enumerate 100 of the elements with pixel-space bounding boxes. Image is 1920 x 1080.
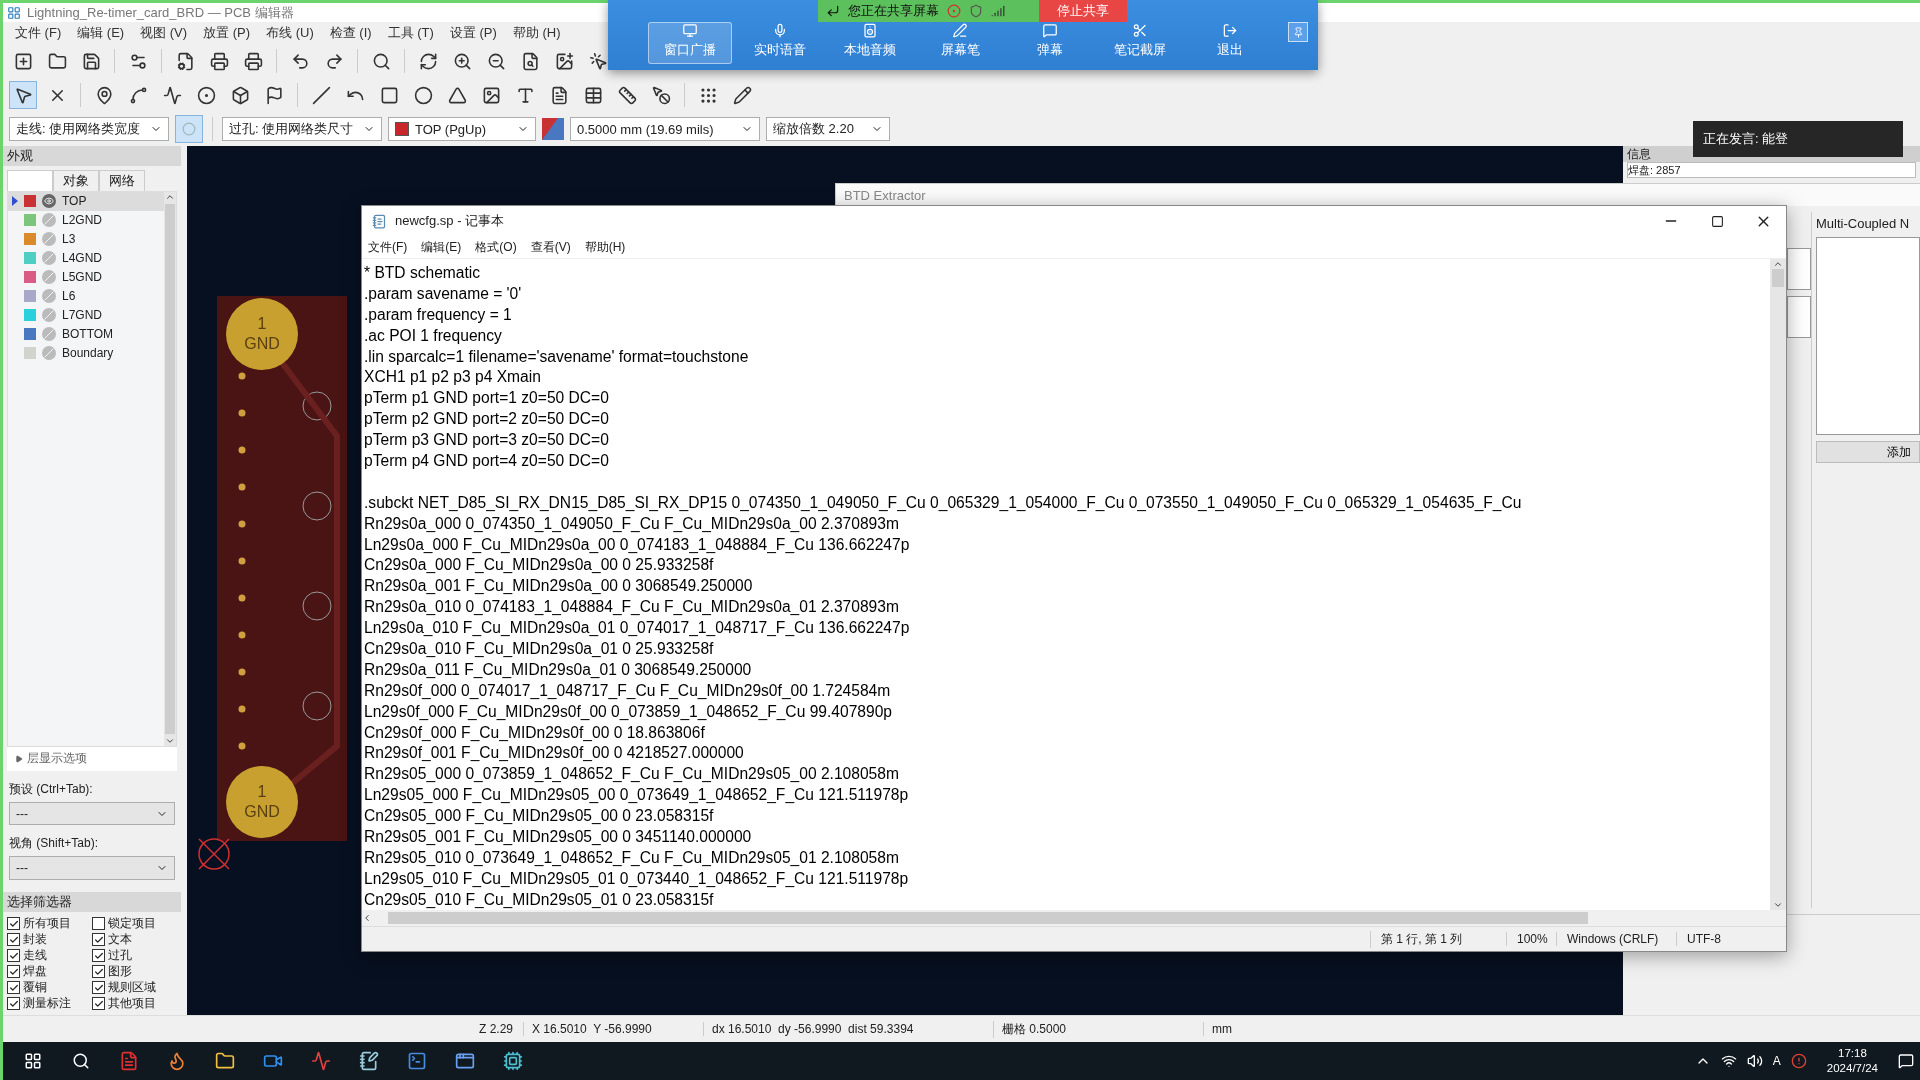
layer-color-swatch[interactable] bbox=[24, 290, 36, 303]
scrollbar[interactable] bbox=[164, 191, 176, 746]
maximize-icon[interactable] bbox=[1710, 214, 1724, 228]
layer-name: L7GND bbox=[62, 308, 102, 323]
preset-dropdown[interactable]: --- bbox=[9, 801, 175, 826]
layer-row[interactable]: L2GND bbox=[8, 210, 164, 230]
layer-row[interactable]: L6 bbox=[8, 286, 164, 306]
layer-dropdown[interactable]: TOP (PgUp) bbox=[388, 117, 536, 141]
checkbox-label: 图形 bbox=[108, 964, 132, 979]
share-tool-button[interactable]: 实时语音 bbox=[738, 22, 822, 64]
stop-sharing-button[interactable]: 停止共享 bbox=[1039, 0, 1127, 22]
layer-row[interactable]: L7GND bbox=[8, 305, 164, 325]
share-tool-button[interactable]: 退出 bbox=[1188, 22, 1272, 64]
code-line: Ln29s05_010 F_Cu_MIDn29s05_01 0_073440_1_048652_F_Cu 121.511978p bbox=[364, 868, 910, 889]
share-tool-button[interactable]: 弹幕 bbox=[1008, 22, 1092, 64]
input-method-indicator[interactable]: A bbox=[1772, 1054, 1781, 1068]
list-box[interactable] bbox=[1787, 296, 1811, 338]
checkbox[interactable] bbox=[92, 981, 105, 994]
layer-row[interactable]: TOP bbox=[8, 191, 164, 211]
checkbox[interactable] bbox=[92, 997, 105, 1010]
share-tool-button[interactable]: 笔记截屏 bbox=[1098, 22, 1182, 64]
list-box[interactable] bbox=[1787, 248, 1811, 290]
layer-color-swatch[interactable] bbox=[24, 195, 36, 208]
panel-tab[interactable]: 对象 bbox=[53, 169, 99, 191]
pen-icon[interactable] bbox=[951, 23, 969, 38]
code-line: pTerm p2 GND port=2 z0=50 DC=0 bbox=[364, 409, 610, 430]
layer-color-swatch[interactable] bbox=[24, 347, 36, 360]
via-size-dropdown[interactable]: 过孔: 使用网络类尺寸 bbox=[222, 117, 382, 141]
code-line: Rn29s0f_001 F_Cu_MIDn29s0f_00 0 4218527.000000 bbox=[364, 743, 745, 764]
panel-tab[interactable]: 网络 bbox=[99, 169, 145, 191]
menu-item[interactable]: 文件(F) bbox=[368, 238, 408, 256]
code-line: Ln29s0a_010 F_Cu_MIDn29s0a_01 0_074017_1_048717_F_Cu 136.662247p bbox=[364, 618, 911, 639]
checkbox[interactable] bbox=[7, 933, 20, 946]
add-button[interactable]: 添加 bbox=[1816, 441, 1920, 463]
menu-item[interactable]: 视图 (V) bbox=[132, 24, 196, 42]
speaker-icon[interactable] bbox=[861, 23, 879, 38]
exit-icon[interactable] bbox=[1221, 23, 1239, 38]
pad-net-label: GND bbox=[244, 802, 280, 822]
scrollbar[interactable] bbox=[1770, 259, 1786, 910]
network-icon[interactable] bbox=[1720, 1053, 1737, 1069]
checkbox[interactable] bbox=[7, 949, 20, 962]
menu-item[interactable]: 布线 (U) bbox=[258, 24, 322, 42]
clock[interactable]: 17:18 2024/7/24 bbox=[1816, 1046, 1888, 1076]
track-width-dropdown[interactable]: 走线: 使用网络类宽度 bbox=[9, 117, 169, 141]
checkbox[interactable] bbox=[7, 917, 20, 930]
layer-color-swatch[interactable] bbox=[24, 309, 36, 322]
checkbox[interactable] bbox=[7, 997, 20, 1010]
menu-item[interactable]: 文件 (F) bbox=[7, 24, 70, 42]
group-title: Multi-Coupled N bbox=[1816, 216, 1911, 231]
layer-row[interactable]: L4GND bbox=[8, 248, 164, 268]
layer-color-swatch[interactable] bbox=[24, 233, 36, 246]
zoom-dropdown[interactable]: 缩放倍数 2.20 bbox=[766, 117, 890, 141]
menu-item[interactable]: 编辑(E) bbox=[421, 238, 462, 256]
share-tool-button[interactable]: 屏幕笔 bbox=[918, 22, 1002, 64]
checkbox[interactable] bbox=[92, 965, 105, 978]
monitor-icon[interactable] bbox=[681, 23, 699, 38]
layer-color-swatch[interactable] bbox=[24, 214, 36, 227]
menu-item[interactable]: 格式(O) bbox=[475, 238, 517, 256]
scroll-thumb[interactable] bbox=[1772, 269, 1784, 287]
notification-icon[interactable] bbox=[1898, 1053, 1914, 1069]
layer-color-swatch[interactable] bbox=[24, 271, 36, 284]
info-text: 焊盘: 2857 bbox=[1627, 162, 1916, 178]
checkbox[interactable] bbox=[92, 933, 105, 946]
layer-color-swatch[interactable] bbox=[24, 252, 36, 265]
list-box[interactable] bbox=[1816, 237, 1920, 435]
checkbox[interactable] bbox=[92, 949, 105, 962]
layer-row[interactable]: L5GND bbox=[8, 267, 164, 287]
menu-item[interactable]: 查看(V) bbox=[530, 238, 571, 256]
scroll-left-icon[interactable] bbox=[362, 913, 372, 923]
checkbox[interactable] bbox=[7, 965, 20, 978]
grid-dropdown[interactable]: 0.5000 mm (19.69 mils) bbox=[570, 117, 760, 141]
menu-item[interactable]: 帮助 (H) bbox=[504, 24, 569, 42]
layer-row[interactable]: BOTTOM bbox=[8, 324, 164, 344]
volume-icon[interactable] bbox=[1746, 1053, 1763, 1069]
share-tool-button[interactable]: 本地音频 bbox=[828, 22, 912, 64]
scroll-up-icon[interactable] bbox=[1773, 259, 1783, 269]
scroll-down-icon[interactable] bbox=[1773, 900, 1783, 910]
scrollbar[interactable] bbox=[362, 910, 1786, 926]
speaker-notice: 正在发言: 能登 bbox=[1693, 121, 1903, 157]
chat-bubble-icon[interactable] bbox=[1041, 23, 1059, 38]
eye-icon[interactable] bbox=[42, 194, 56, 209]
auto-width-toggle-icon[interactable] bbox=[175, 115, 203, 143]
menu-item[interactable]: 检查 (I) bbox=[321, 24, 380, 42]
tray-app-icon[interactable] bbox=[1790, 1053, 1807, 1069]
expand-arrow-icon[interactable] bbox=[15, 754, 23, 763]
preset-label: 预设 (Ctrl+Tab): bbox=[8, 780, 94, 798]
menu-item[interactable]: 帮助(H) bbox=[584, 238, 626, 256]
layer-color-swatch[interactable] bbox=[24, 328, 36, 341]
menu-item[interactable]: 编辑 (E) bbox=[69, 24, 133, 42]
view-dropdown[interactable]: --- bbox=[9, 856, 175, 881]
menu-item[interactable]: 设置 (P) bbox=[441, 24, 505, 42]
toolbar-icon[interactable] bbox=[9, 81, 37, 109]
menu-item[interactable]: 放置 (P) bbox=[195, 24, 259, 42]
layer-row[interactable]: L3 bbox=[8, 229, 164, 249]
scissors-icon[interactable] bbox=[1131, 23, 1149, 38]
menu-item[interactable]: 工具 (T) bbox=[379, 24, 442, 42]
checkbox[interactable] bbox=[7, 981, 20, 994]
checkbox[interactable] bbox=[92, 917, 105, 930]
layer-row[interactable]: Boundary bbox=[8, 343, 164, 363]
code-line: Rn29s0a_010 0_074183_1_048884_F_Cu F_Cu_MIDn29s0a_01 2.370893m bbox=[364, 597, 900, 618]
